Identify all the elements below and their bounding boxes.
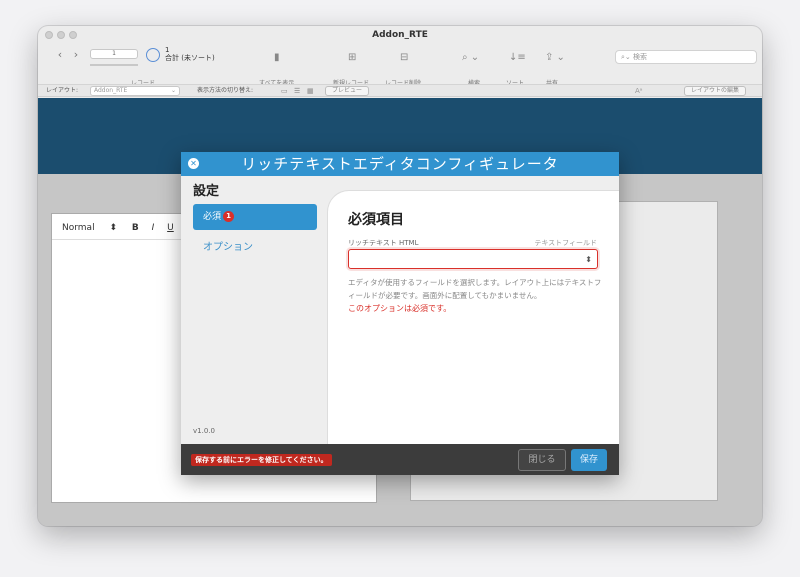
dialog-footer: 保存する前にエラーを修正してください。 閉じる 保存 [181,444,619,475]
required-panel: 必須項目 リッチテキスト HTML テキストフィールド ⬍ エディタが使用するフ… [327,190,619,444]
search-input[interactable]: ⌕⌄ 検索 [615,50,757,64]
dialog-title: リッチテキストエディタコンフィギュレータ [241,155,559,173]
view-as-label: 表示方法の切り替え: [197,87,254,94]
error-count-badge: 1 [223,211,235,222]
style-select-icon: ⬍ [109,223,117,233]
layout-bar: レイアウト: Addon_RTE ⌄ 表示方法の切り替え: ▭ ☰ ▦ プレビュ… [38,84,762,97]
field-type-label: テキストフィールド [534,239,597,247]
sidebar-item-required[interactable]: 必須 1 [193,204,317,230]
underline-button[interactable]: U [167,223,174,233]
field-help-text: エディタが使用するフィールドを選択します。レイアウト上にはテキストフィールドが必… [348,278,602,300]
chevron-updown-icon: ⬍ [585,255,592,264]
preview-button[interactable]: プレビュー [325,86,370,96]
dialog-header: リッチテキストエディタコンフィギュレータ ✕ [181,152,619,176]
field-error-text: このオプションは必須です。 [348,304,452,313]
style-select[interactable]: Normal [62,223,95,233]
layout-select-value: Addon_RTE [94,87,128,94]
bold-button[interactable]: B [132,223,139,233]
italic-button[interactable]: I [152,223,155,233]
text-format-icon[interactable]: Aᵃ [635,87,643,95]
layout-select[interactable]: Addon_RTE ⌄ [90,86,180,96]
find-icon[interactable]: ⌕ ⌄ [462,52,479,63]
prev-record-icon[interactable]: ‹ [54,48,66,62]
edit-layout-button[interactable]: レイアウトの編集 [684,86,747,96]
chevron-down-icon: ⌄ [170,87,176,94]
record-slider[interactable] [90,64,138,66]
sidebar-item-options[interactable]: オプション [203,238,253,253]
save-button[interactable]: 保存 [571,449,607,471]
window-title: Addon_RTE [372,30,428,40]
search-placeholder: 検索 [633,53,648,61]
record-count-sort: 合計 (未ソート) [165,54,215,62]
share-icon[interactable]: ⇪ ⌄ [545,52,565,63]
close-button[interactable]: 閉じる [518,449,566,471]
record-count: 1 合計 (未ソート) [165,46,215,62]
next-record-icon[interactable]: › [70,48,82,62]
layout-label: レイアウト: [46,87,79,94]
sort-icon[interactable]: ↓≡ [509,52,526,63]
view-form-icon[interactable]: ▭ [281,87,288,95]
record-progress-icon [146,48,160,62]
configurator-dialog: リッチテキストエディタコンフィギュレータ ✕ 設定 必須 1 オプション v1.0… [181,152,619,475]
record-number-field[interactable]: 1 [90,49,138,59]
view-table-icon[interactable]: ▦ [307,87,314,95]
delete-record-icon[interactable]: ⊟ [400,52,408,63]
record-count-number: 1 [165,46,170,54]
view-list-icon[interactable]: ☰ [294,87,300,95]
html-field-select[interactable]: ⬍ [348,249,598,269]
settings-heading: 設定 [193,184,220,199]
panel-title: 必須項目 [348,212,404,228]
version-label: v1.0.0 [193,427,215,435]
new-record-icon[interactable]: ⊞ [348,52,356,63]
search-icon: ⌕⌄ [621,53,634,61]
show-all-icon[interactable]: ▮ [274,52,280,63]
footer-error-badge: 保存する前にエラーを修正してください。 [191,454,332,466]
close-icon[interactable]: ✕ [188,158,199,169]
sidebar-item-label: 必須 [203,212,222,222]
field-label: リッチテキスト HTML [348,239,419,247]
